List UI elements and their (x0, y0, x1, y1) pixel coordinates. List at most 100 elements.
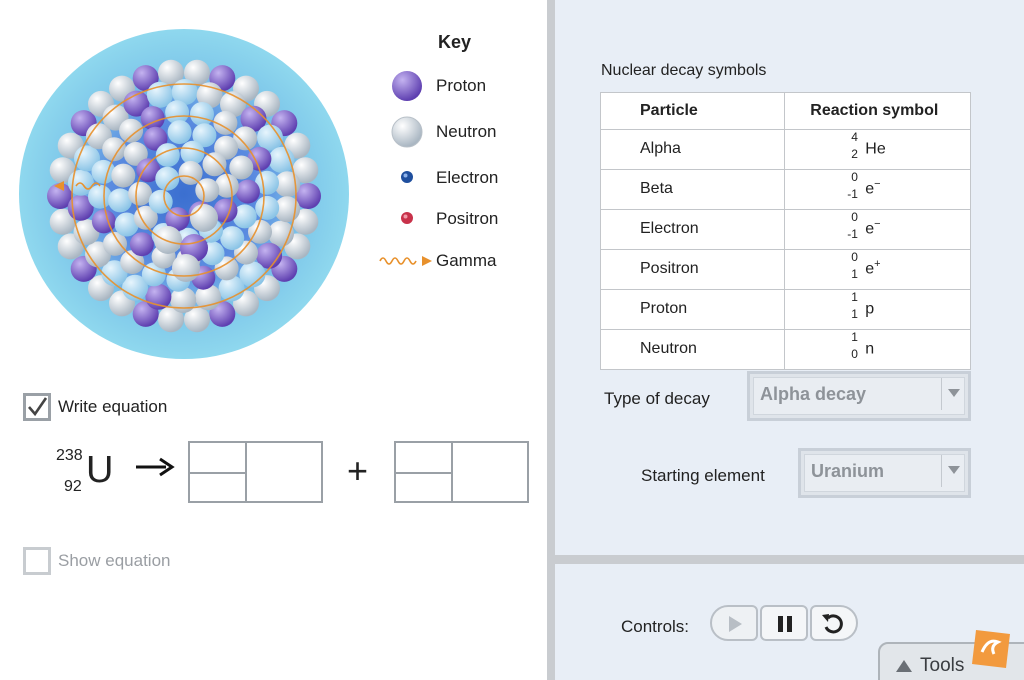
reset-icon (822, 614, 843, 634)
reaction-symbol: 0 -1 e− (784, 168, 971, 210)
show-equation-checkbox[interactable] (23, 547, 51, 575)
symbol-superscript: 1 (851, 329, 858, 344)
neutron-icon (390, 116, 424, 148)
legend-label: Gamma (436, 251, 497, 270)
symbol-superscript: 0 (851, 249, 858, 264)
reset-button[interactable] (810, 605, 858, 641)
expand-up-icon (896, 660, 912, 672)
symbol-superscript: 1 (851, 289, 858, 304)
legend-title: Key (438, 32, 472, 52)
reaction-symbol: 0 -1 e− (784, 208, 971, 250)
legend-item-electron: Electron (376, 162, 536, 194)
nucleon (167, 120, 192, 145)
symbol-subscript: 1 (851, 306, 858, 321)
nucleon (172, 254, 200, 282)
reaction-symbol: 1 0n (784, 328, 971, 370)
header-particle: Particle (599, 92, 786, 130)
gamma-wave-icon (378, 245, 434, 277)
legend-label: Proton (436, 76, 487, 95)
proton-icon (390, 70, 424, 102)
show-equation-label[interactable]: Show equation (58, 551, 170, 571)
particle-name: Neutron (599, 328, 786, 370)
symbol-superscript: 4 (851, 129, 858, 144)
nucleon (129, 232, 154, 257)
gizmo-logo-icon (966, 622, 1016, 672)
nucleon (202, 152, 227, 177)
legend-item-gamma: Gamma (376, 245, 536, 277)
tools-label: Tools (920, 655, 965, 676)
panel-divider (547, 0, 555, 680)
mass-number: 238 (56, 447, 83, 464)
play-icon (729, 616, 742, 632)
particle-name: Alpha (599, 128, 786, 170)
plus-sign: + (347, 450, 369, 491)
table-row: Positron 0 1 e+ (599, 248, 971, 290)
checkmark-icon (28, 397, 48, 417)
play-button[interactable] (710, 605, 758, 641)
table-row: Proton 1 1 p (599, 288, 971, 330)
product-box-2[interactable] (394, 441, 529, 503)
legend-label: Neutron (436, 122, 497, 141)
positron-icon (390, 203, 424, 235)
symbol-letter: He (865, 139, 886, 157)
legend-label: Positron (436, 209, 499, 228)
symbol-superscript: 0 (851, 169, 858, 184)
symbol-subscript: -1 (847, 226, 858, 241)
write-equation-checkbox[interactable] (23, 393, 51, 421)
nucleon (145, 283, 172, 310)
particle-name: Electron (599, 208, 786, 250)
symbol-letter: n (865, 339, 875, 357)
pause-icon (778, 616, 792, 632)
starting-element-label: Starting element (641, 466, 765, 485)
symbol-letter: e+ (865, 257, 881, 277)
legend-item-proton: Proton (376, 70, 536, 102)
reaction-symbol: 4 2 He (784, 128, 971, 170)
legend-label: Electron (436, 168, 499, 187)
particle-name: Beta (599, 168, 786, 210)
nucleon (220, 226, 245, 251)
starting-element-value: Uranium (811, 461, 885, 481)
symbol-subscript: 2 (851, 146, 858, 161)
header-reaction-symbol: Reaction symbol (784, 92, 971, 130)
symbol-letter: e− (865, 177, 881, 197)
nucleon (255, 195, 280, 220)
symbol-superscript: 0 (851, 209, 858, 224)
type-of-decay-label: Type of decay (604, 389, 710, 408)
element-symbol: U (86, 449, 114, 491)
particle-name: Proton (599, 288, 786, 330)
electron-icon (390, 162, 424, 194)
decay-symbols-table: Particle Reaction symbol Alpha 4 2 He Beta 0 -… (599, 92, 971, 370)
nucleon (190, 204, 218, 232)
simulation-panel: Key Proton Neutron Electron Positron Gam… (0, 0, 547, 680)
reaction-arrow-icon (134, 452, 176, 482)
nucleon (88, 184, 112, 209)
nucleon (128, 181, 153, 206)
symbol-subscript: 1 (851, 266, 858, 281)
nucleon (119, 118, 144, 143)
nucleon (155, 166, 180, 191)
symbol-subscript: 0 (851, 346, 858, 361)
table-row: Beta 0 -1 e− (599, 168, 971, 210)
pause-button[interactable] (760, 605, 808, 641)
type-of-decay-select[interactable]: Alpha decay (747, 371, 971, 421)
table-row: Neutron 1 0 n (599, 328, 971, 370)
product-box-1[interactable] (188, 441, 323, 503)
legend-item-positron: Positron (376, 203, 536, 235)
write-equation-label[interactable]: Write equation (58, 397, 167, 417)
particle-name: Positron (599, 248, 786, 290)
nucleon (111, 163, 136, 188)
table-row: Alpha 4 2 He (599, 128, 971, 170)
controls-divider (555, 555, 1024, 564)
symbol-subscript: -1 (847, 186, 858, 201)
nucleon (154, 226, 182, 254)
nucleon (190, 102, 214, 126)
legend-item-neutron: Neutron (376, 116, 536, 148)
chevron-down-icon (948, 389, 960, 397)
nucleon (178, 160, 203, 185)
reaction-symbol: 1 1p (784, 288, 971, 330)
starting-element-select[interactable]: Uranium (798, 448, 971, 498)
table-header-row: Particle Reaction symbol (599, 92, 971, 130)
type-of-decay-value: Alpha decay (760, 384, 867, 404)
nucleus-view (18, 28, 350, 360)
symbol-letter: e− (865, 217, 881, 237)
